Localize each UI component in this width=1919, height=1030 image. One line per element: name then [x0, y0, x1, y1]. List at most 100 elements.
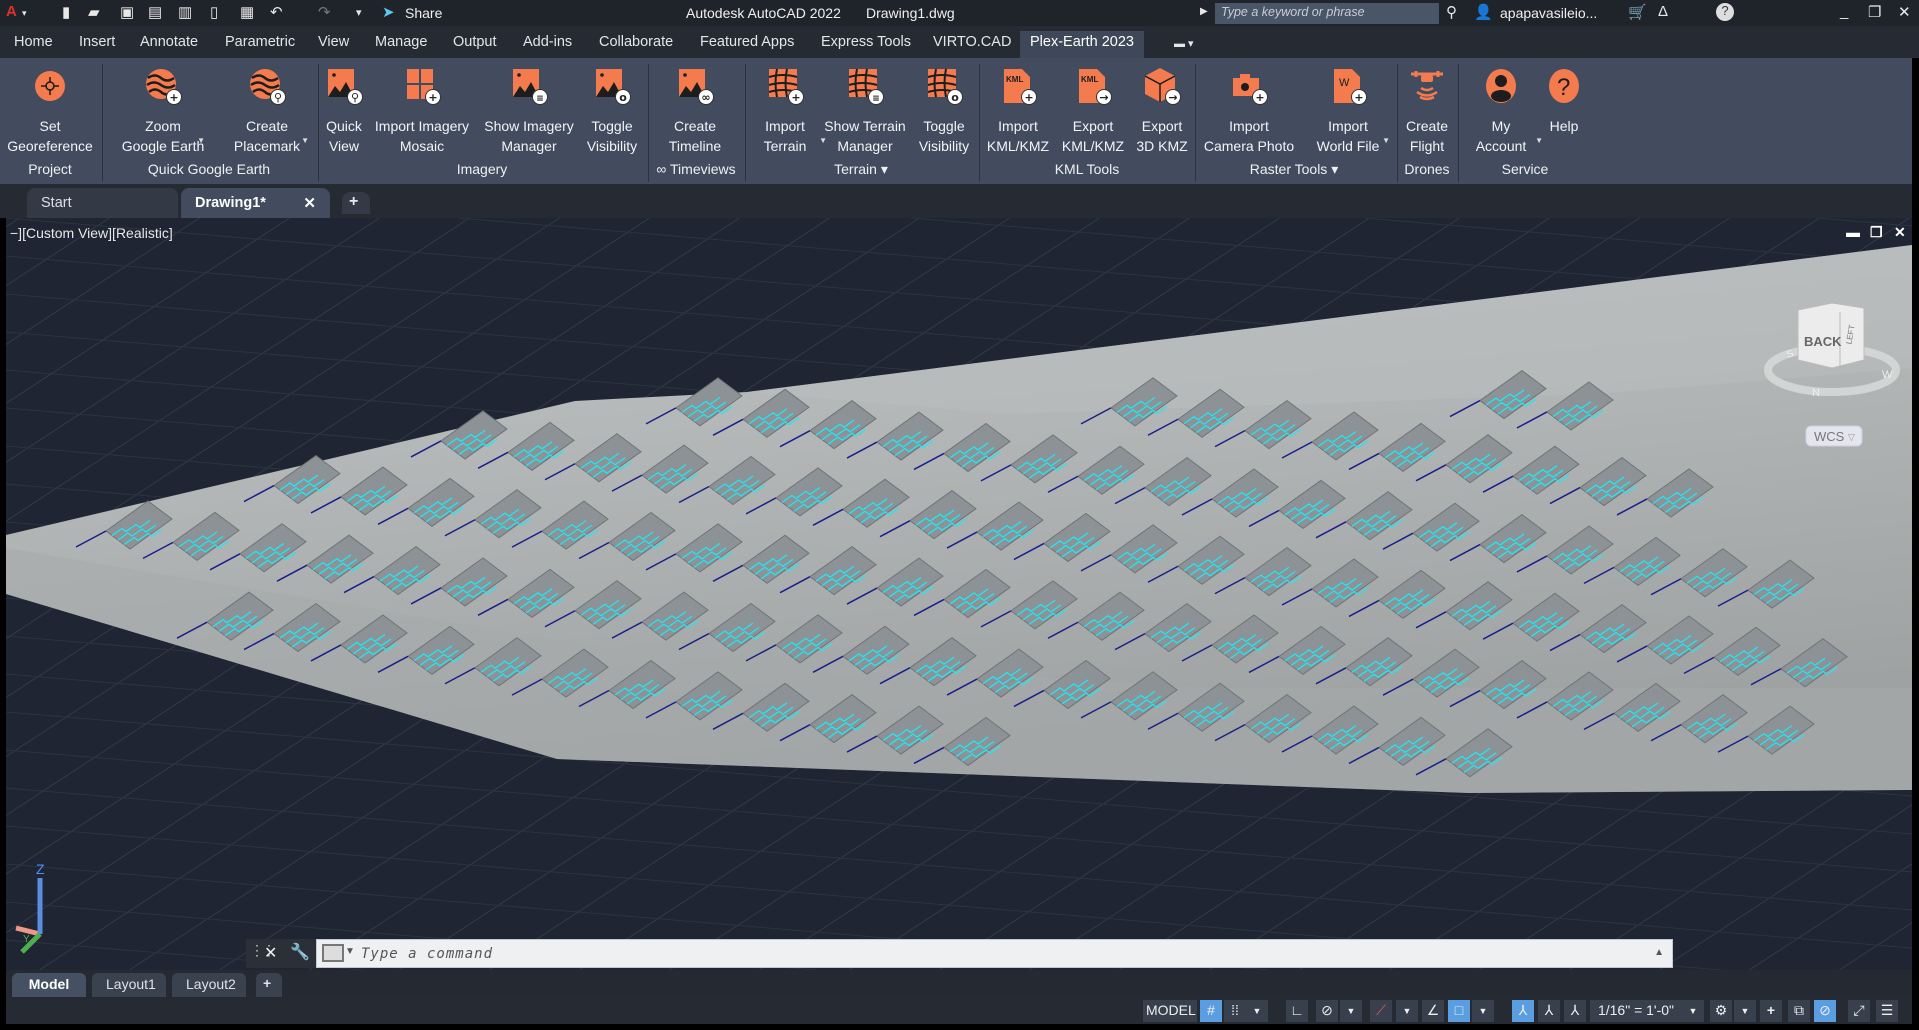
snap-dropdown-icon[interactable]: ▼ — [1246, 1000, 1268, 1022]
restore-icon[interactable]: ❐ — [1868, 3, 1881, 21]
add-layout-button[interactable]: + — [256, 973, 282, 997]
set-georeference-button[interactable]: Set Georeference — [2, 66, 98, 156]
polar-dropdown-icon[interactable]: ▼ — [1340, 1000, 1362, 1022]
model-viewport[interactable]: Z Y S W N BACK LEFT WCS ▽ −][Custom View… — [6, 218, 1912, 970]
app-menu-button[interactable]: A — [6, 3, 17, 20]
app-title: Autodesk AutoCAD 2022 — [686, 5, 841, 21]
command-input[interactable]: ▼ Type a command ▲ — [316, 939, 1673, 968]
save-web-icon[interactable]: ▯ — [210, 3, 218, 21]
close-tab-icon[interactable]: ✕ — [303, 194, 316, 212]
new-file-icon[interactable]: ▮ — [62, 3, 70, 21]
command-history-caret-icon[interactable]: ▼ — [345, 946, 355, 957]
isodraft-dropdown-icon[interactable]: ▼ — [1396, 1000, 1418, 1022]
object-snap-icon[interactable]: □ — [1448, 1000, 1470, 1022]
share-icon[interactable]: ➤ — [382, 3, 395, 21]
annotation-scale-icon[interactable]: ⅄ — [1564, 1000, 1586, 1022]
tab-insert[interactable]: Insert — [70, 31, 124, 58]
show-imagery-manager-button[interactable]: ≡ Show Imagery Manager — [481, 66, 577, 156]
undo-icon[interactable]: ↶ — [270, 3, 283, 21]
isolate-objects-icon[interactable]: ⊘ — [1814, 1000, 1836, 1022]
customize-wrench-icon[interactable]: 🔧 — [290, 942, 310, 962]
annotation-monitor-icon[interactable]: + — [1760, 1000, 1782, 1022]
customize-toolbar-icon[interactable]: ▾ — [356, 6, 362, 19]
svg-text:KML: KML — [1081, 75, 1098, 84]
customize-menu-icon[interactable]: ☰ — [1876, 1000, 1898, 1022]
drawing-canvas[interactable]: Z Y S W N BACK LEFT WCS ▽ — [6, 218, 1912, 970]
polar-tracking-icon[interactable]: ⊘ — [1316, 1000, 1338, 1022]
tab-virto-cad[interactable]: VIRTO.CAD — [924, 31, 1020, 58]
ribbon-display-toggle[interactable]: ▬ ▾ — [1165, 34, 1203, 61]
model-space-button[interactable]: MODEL — [1143, 1000, 1197, 1022]
annotation-scale-select[interactable]: 1/16" = 1'-0" — [1590, 1000, 1682, 1022]
units-icon[interactable]: ⧉ — [1788, 1000, 1810, 1022]
open-file-icon[interactable]: ▰ — [88, 3, 100, 21]
tab-drawing1[interactable]: Drawing1* ✕ — [181, 188, 330, 218]
tab-view[interactable]: View — [309, 31, 358, 58]
import-imagery-mosaic-button[interactable]: + Import Imagery Mosaic — [374, 66, 470, 156]
tab-featured-apps[interactable]: Featured Apps — [691, 31, 803, 58]
tab-output[interactable]: Output — [444, 31, 506, 58]
group-label-raster-tools[interactable]: Raster Tools ▾ — [1250, 161, 1338, 178]
group-label-timeviews[interactable]: ∞ Timeviews — [656, 161, 735, 177]
workspace-dropdown-icon[interactable]: ▼ — [1734, 1000, 1756, 1022]
grid-toggle-icon[interactable]: # — [1200, 1000, 1222, 1022]
tab-manage[interactable]: Manage — [366, 31, 436, 58]
cart-icon[interactable]: 🛒 — [1628, 3, 1647, 21]
user-name[interactable]: apapavasileio... — [1500, 5, 1597, 21]
tab-collaborate[interactable]: Collaborate — [590, 31, 682, 58]
import-camera-photo-button[interactable]: + Import Camera Photo — [1201, 66, 1297, 156]
zoom-google-earth-button[interactable]: + Zoom Google Earth ▼ — [115, 66, 211, 156]
save-as-icon[interactable]: ▤ — [148, 3, 162, 21]
search-expand-icon[interactable]: ▶ — [1200, 6, 1208, 17]
help-icon[interactable]: ? — [1716, 3, 1734, 21]
fullscreen-icon[interactable]: ⤢ — [1848, 1000, 1870, 1022]
image-pin-icon: ⚲ — [324, 66, 364, 106]
snap-mode-icon[interactable]: ⁞⁞ — [1224, 1000, 1246, 1022]
a360-icon[interactable]: Δ — [1658, 3, 1668, 20]
command-history-icon[interactable] — [322, 944, 344, 962]
close-icon[interactable]: ✕ — [1898, 3, 1911, 21]
toggle-imagery-visibility-button[interactable]: o Toggle Visibility — [564, 66, 660, 156]
tab-parametric[interactable]: Parametric — [216, 31, 304, 58]
ucs-icon: Z Y — [15, 861, 45, 954]
viewport-minimize-icon[interactable]: ▬ — [1846, 224, 1860, 240]
tab-layout1[interactable]: Layout1 — [92, 973, 166, 997]
isodraft-icon[interactable]: ⟋ — [1370, 1000, 1392, 1022]
annotation-visibility-icon[interactable]: ⅄ — [1512, 1000, 1534, 1022]
viewport-controls-label[interactable]: −][Custom View][Realistic] — [10, 225, 173, 241]
search-icon[interactable]: ⚲ — [1446, 3, 1457, 21]
app-menu-caret-icon[interactable]: ▾ — [22, 8, 27, 19]
tab-start[interactable]: Start — [27, 188, 178, 218]
tab-layout2[interactable]: Layout2 — [172, 973, 246, 997]
ortho-mode-icon[interactable]: ∟ — [1286, 1000, 1308, 1022]
redo-icon[interactable]: ↷ — [318, 3, 331, 21]
command-expand-icon[interactable]: ▲ — [1654, 947, 1664, 958]
auto-scale-icon[interactable]: ⅄ — [1538, 1000, 1560, 1022]
close-command-line-icon[interactable]: ✕ — [264, 943, 277, 963]
search-input[interactable]: Type a keyword or phrase — [1215, 3, 1439, 24]
tab-model[interactable]: Model — [12, 973, 86, 997]
open-web-icon[interactable]: ▥ — [178, 3, 192, 21]
tab-add-ins[interactable]: Add-ins — [514, 31, 581, 58]
dropdown-caret-icon[interactable]: ▼ — [1535, 136, 1543, 145]
object-snap-dropdown-icon[interactable]: ▼ — [1472, 1000, 1494, 1022]
object-snap-tracking-icon[interactable]: ∠ — [1422, 1000, 1444, 1022]
workspace-gear-icon[interactable]: ⚙ — [1710, 1000, 1732, 1022]
dropdown-caret-icon[interactable]: ▼ — [197, 136, 205, 145]
share-button[interactable]: Share — [405, 5, 442, 21]
create-timeline-button[interactable]: ∞ Create Timeline — [647, 66, 743, 156]
new-tab-button[interactable]: + — [342, 192, 370, 214]
tab-plex-earth[interactable]: Plex-Earth 2023 — [1020, 31, 1144, 58]
tab-annotate[interactable]: Annotate — [131, 31, 207, 58]
plot-icon[interactable]: ▦ — [240, 3, 254, 21]
tab-express-tools[interactable]: Express Tools — [812, 31, 920, 58]
minimize-icon[interactable]: _ — [1840, 3, 1848, 20]
viewport-restore-icon[interactable]: ❐ — [1870, 224, 1883, 241]
scale-dropdown-icon[interactable]: ▼ — [1682, 1000, 1704, 1022]
help-button[interactable]: ? Help — [1516, 66, 1612, 136]
viewport-close-icon[interactable]: ✕ — [1894, 224, 1906, 241]
save-icon[interactable]: ▣ — [120, 3, 134, 21]
tab-home[interactable]: Home — [5, 31, 62, 58]
group-label-terrain[interactable]: Terrain ▾ — [834, 161, 888, 178]
viewcube-back-face[interactable]: BACK — [1804, 334, 1842, 349]
